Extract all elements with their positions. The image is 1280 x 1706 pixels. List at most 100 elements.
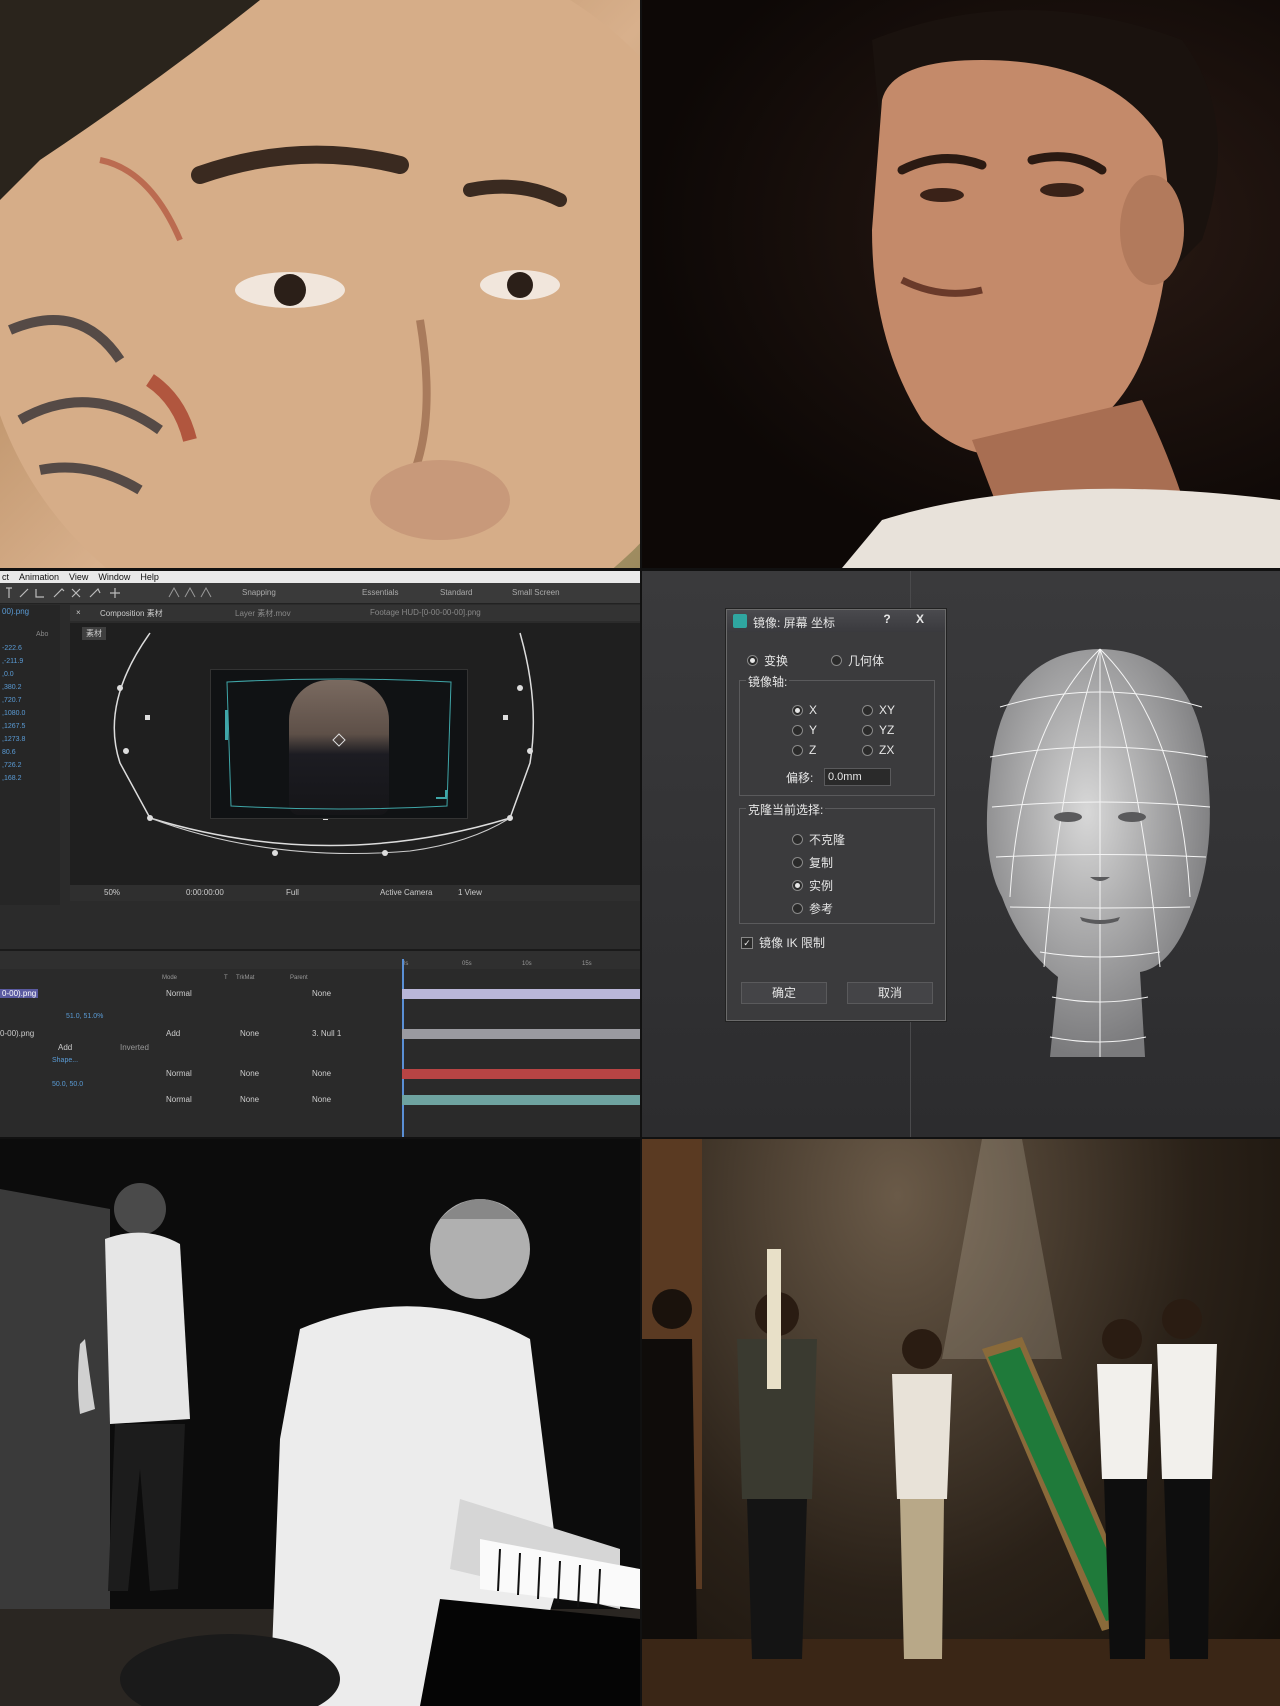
radio-axis-zx[interactable]: ZX bbox=[862, 743, 894, 757]
time-ruler[interactable]: 0s 05s 10s 15s bbox=[402, 961, 640, 973]
layer-name[interactable]: 0-00).png bbox=[0, 1029, 34, 1038]
value-row: ,168.2 bbox=[2, 775, 22, 782]
radio-selected-icon bbox=[792, 704, 803, 716]
shape-value[interactable]: Shape... bbox=[52, 1057, 78, 1064]
layer-parent[interactable]: None bbox=[312, 1095, 331, 1104]
layer-bar[interactable] bbox=[402, 989, 640, 999]
tool-icons[interactable] bbox=[2, 583, 142, 603]
radio-instance[interactable]: 实例 bbox=[792, 877, 833, 894]
layer-row[interactable]: 0-00).png Add None 3. Null 1 bbox=[0, 1027, 400, 1041]
mirror-dialog-screenshot: 镜像: 屏幕 坐标 ? X 变换 几何体 镜像轴: X XY Y YZ Z ZX… bbox=[642, 571, 1280, 1137]
layer-row[interactable]: Normal None None bbox=[0, 1093, 400, 1107]
menu-item-window[interactable]: Window bbox=[98, 571, 130, 583]
radio-label: YZ bbox=[879, 723, 895, 737]
tab-footage[interactable]: Footage HUD-[0-00-00-00].png bbox=[370, 608, 481, 617]
layer-mode[interactable]: Normal bbox=[166, 1095, 192, 1104]
layer-mode[interactable]: Normal bbox=[166, 989, 192, 998]
layer-trkmat[interactable]: None bbox=[240, 1069, 259, 1078]
cancel-button[interactable]: 取消 bbox=[847, 982, 933, 1004]
composition-viewer[interactable]: 素材 bbox=[70, 623, 640, 885]
layer-mode[interactable]: Normal bbox=[166, 1069, 192, 1078]
zoom-dropdown[interactable]: 50% bbox=[104, 888, 120, 897]
group-label: 镜像轴: bbox=[746, 673, 790, 690]
radio-axis-z[interactable]: Z bbox=[792, 743, 816, 757]
file-name[interactable]: 00).png bbox=[2, 607, 29, 616]
layer-bar[interactable] bbox=[402, 1095, 640, 1105]
timecode[interactable]: 0:00:00:00 bbox=[186, 888, 224, 897]
close-icon[interactable]: × bbox=[76, 608, 81, 617]
radio-copy[interactable]: 复制 bbox=[792, 854, 833, 871]
dialog-titlebar: 镜像: 屏幕 坐标 ? X bbox=[727, 610, 945, 632]
radio-label: Z bbox=[809, 743, 817, 757]
project-panel: 00).png Abo -222.6 ,-211.9 ,0.0 ,380.2 ,… bbox=[0, 605, 60, 905]
layer-row[interactable]: 0-00).png Normal None bbox=[0, 987, 400, 1001]
mirror-ik-checkbox[interactable]: ✓ 镜像 IK 限制 bbox=[741, 934, 825, 951]
menu-item-animation[interactable]: Animation bbox=[19, 571, 59, 583]
playhead[interactable] bbox=[402, 959, 404, 1137]
radio-icon bbox=[862, 744, 873, 756]
radio-icon bbox=[792, 903, 803, 914]
camera-dropdown[interactable]: Active Camera bbox=[380, 888, 432, 897]
workspace-essentials[interactable]: Essentials bbox=[362, 588, 398, 597]
column-trkmat: TrkMat bbox=[236, 975, 255, 981]
menu-item-view[interactable]: View bbox=[69, 571, 88, 583]
layer-parent[interactable]: None bbox=[312, 989, 331, 998]
face-closeup-illustration bbox=[0, 0, 640, 568]
radio-icon bbox=[862, 704, 873, 716]
layer-trkmat[interactable]: None bbox=[240, 1095, 259, 1104]
scale-value[interactable]: 51.0, 51.0% bbox=[66, 1013, 103, 1020]
panel-tabs: × Composition 素材 Layer 素材.mov Footage HU… bbox=[70, 605, 640, 621]
radio-transform[interactable]: 变换 bbox=[747, 652, 788, 669]
radio-icon bbox=[792, 834, 803, 845]
radio-no-clone[interactable]: 不克隆 bbox=[792, 831, 845, 848]
views-dropdown[interactable]: 1 View bbox=[458, 888, 482, 897]
radio-label: X bbox=[809, 703, 818, 717]
workspace-small-screen[interactable]: Small Screen bbox=[512, 588, 560, 597]
axis-mode-icons[interactable] bbox=[165, 583, 215, 603]
pianist-illustration bbox=[0, 1139, 640, 1706]
radio-axis-yz[interactable]: YZ bbox=[862, 723, 894, 737]
radio-axis-xy[interactable]: XY bbox=[862, 703, 895, 717]
layer-bar[interactable] bbox=[402, 1029, 640, 1039]
radio-selected-icon bbox=[792, 880, 803, 891]
offset-spinner[interactable]: 0.0mm bbox=[824, 768, 891, 786]
photo-crying-portrait bbox=[642, 0, 1280, 568]
mirror-axis-group: 镜像轴: X XY Y YZ Z ZX 偏移: 0.0mm bbox=[739, 673, 935, 796]
ok-button[interactable]: 确定 bbox=[741, 982, 827, 1004]
layer-parent[interactable]: None bbox=[312, 1069, 331, 1078]
close-button[interactable]: X bbox=[907, 612, 933, 628]
radio-axis-x[interactable]: X bbox=[792, 703, 817, 717]
check-icon: ✓ bbox=[741, 936, 753, 949]
value-row: ,0.0 bbox=[2, 671, 14, 678]
layer-bar[interactable] bbox=[402, 1069, 640, 1079]
value-row: ,-211.9 bbox=[2, 658, 24, 665]
help-button[interactable]: ? bbox=[877, 612, 897, 628]
layer-name[interactable]: 0-00).png bbox=[0, 989, 39, 998]
menu-item-help[interactable]: Help bbox=[140, 571, 159, 583]
mask-mode[interactable]: Add bbox=[58, 1043, 72, 1052]
layer-mode[interactable]: Add bbox=[166, 1029, 180, 1038]
radio-reference[interactable]: 参考 bbox=[792, 900, 833, 917]
radio-icon bbox=[862, 724, 873, 736]
inverted-checkbox[interactable]: Inverted bbox=[120, 1043, 149, 1052]
app-icon bbox=[733, 614, 747, 628]
scale-value[interactable]: 50.0, 50.0 bbox=[52, 1081, 83, 1088]
mask-row[interactable]: Add Inverted bbox=[0, 1041, 400, 1055]
tab-layer[interactable]: Layer 素材.mov bbox=[235, 608, 291, 619]
resolution-dropdown[interactable]: Full bbox=[286, 888, 299, 897]
snapping-label[interactable]: Snapping bbox=[242, 588, 276, 597]
wireframe-head-model[interactable] bbox=[980, 647, 1220, 1067]
checkbox-label: 镜像 IK 限制 bbox=[759, 936, 826, 950]
tab-composition[interactable]: Composition 素材 bbox=[100, 608, 163, 619]
radio-icon bbox=[831, 655, 842, 666]
radio-axis-y[interactable]: Y bbox=[792, 723, 817, 737]
menu-item[interactable]: ct bbox=[2, 571, 9, 583]
layer-parent[interactable]: 3. Null 1 bbox=[312, 1029, 341, 1038]
after-effects-window: ct Animation View Window Help Snapping E… bbox=[0, 571, 640, 1137]
value-row: 80.6 bbox=[2, 749, 16, 756]
layer-trkmat[interactable]: None bbox=[240, 1029, 259, 1038]
rehearsal-illustration bbox=[642, 1139, 1280, 1706]
layer-row[interactable]: Normal None None bbox=[0, 1067, 400, 1081]
workspace-standard[interactable]: Standard bbox=[440, 588, 472, 597]
radio-geometry[interactable]: 几何体 bbox=[831, 652, 884, 669]
